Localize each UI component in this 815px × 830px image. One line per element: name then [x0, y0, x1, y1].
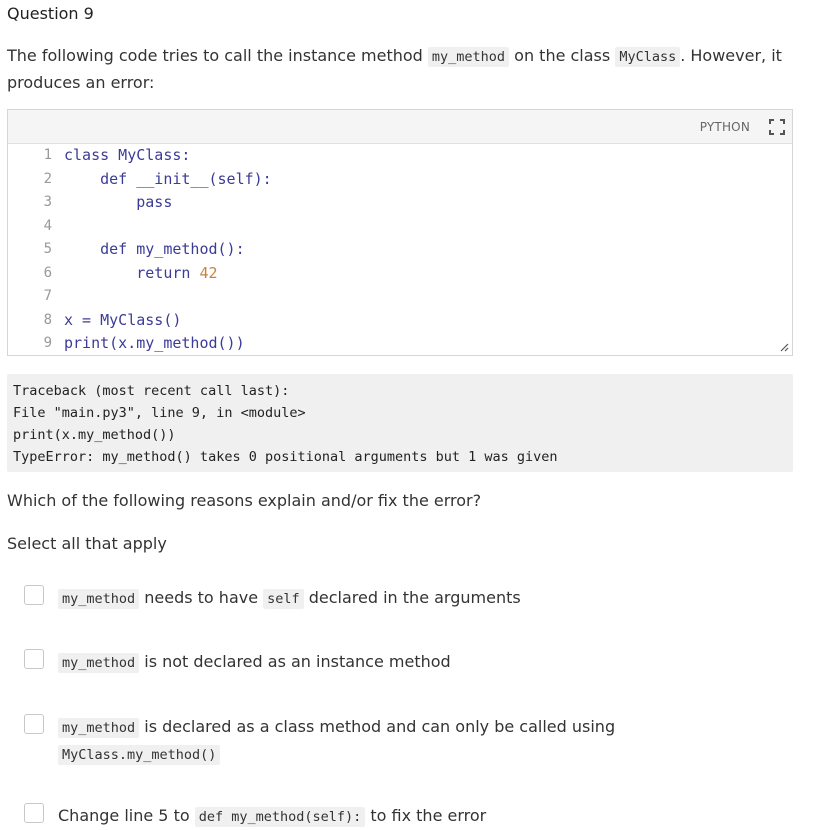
code-text: return 42	[64, 263, 218, 282]
checkbox[interactable]	[24, 803, 44, 823]
option-text: is declared as a class method and can on…	[139, 717, 616, 736]
option-code: self	[263, 589, 304, 609]
line-number: 3	[43, 194, 52, 210]
code-text: x = MyClass()	[64, 310, 182, 329]
prompt-code-class: MyClass	[615, 47, 681, 67]
option-code: my_method	[58, 718, 140, 738]
traceback-line: File "main.py3", line 9, in <module>	[13, 405, 306, 421]
traceback-line: print(x.my_method())	[13, 427, 176, 443]
checkbox[interactable]	[24, 714, 44, 734]
prompt-text: on the class	[509, 46, 616, 65]
line-number: 2	[43, 170, 52, 187]
code-text: def my_method():	[64, 240, 245, 258]
code-text: print(x.my_method())	[64, 334, 245, 352]
answer-option-3[interactable]: my_method is declared as a class method …	[24, 714, 784, 766]
line-number: 4	[43, 217, 52, 234]
option-code: def my_method(self):	[194, 807, 366, 827]
answer-option-1[interactable]: my_method needs to have self declared in…	[24, 585, 784, 615]
language-label: PYTHON	[699, 120, 750, 134]
question-prompt: The following code tries to call the ins…	[7, 43, 797, 95]
traceback-line: Traceback (most recent call last):	[13, 383, 290, 399]
option-text: needs to have	[139, 588, 264, 607]
code-area[interactable]: 1 class MyClass: 2 def __init__(self): 3 …	[8, 144, 792, 355]
option-text: declared in the arguments	[303, 588, 521, 607]
option-label: my_method needs to have self declared in…	[58, 585, 658, 612]
option-label: my_method is declared as a class method …	[58, 714, 658, 768]
code-text: pass	[64, 193, 173, 211]
fullscreen-icon[interactable]	[768, 118, 786, 136]
answer-option-2[interactable]: my_method is not declared as an instance…	[24, 649, 784, 679]
checkbox[interactable]	[24, 649, 44, 669]
editor-header: PYTHON	[8, 110, 792, 144]
checkbox[interactable]	[24, 585, 44, 605]
question-text: Which of the following reasons explain a…	[7, 491, 482, 510]
line-number: 9	[43, 335, 52, 351]
instruction-text: Select all that apply	[7, 534, 167, 553]
line-number: 7	[43, 288, 52, 304]
option-text: to fix the error	[365, 806, 487, 825]
option-text: Change line 5 to	[58, 806, 195, 825]
line-number: 1	[43, 147, 52, 163]
option-label: my_method is not declared as an instance…	[58, 649, 658, 676]
line-number: 5	[43, 241, 52, 257]
question-title: Question 9	[7, 4, 94, 23]
code-number: 42	[199, 263, 218, 282]
code-text: def __init__(self):	[64, 169, 272, 188]
option-label: Change line 5 to def my_method(self): to…	[58, 803, 658, 830]
line-number: 6	[43, 264, 52, 281]
prompt-code-method: my_method	[427, 47, 510, 67]
option-code: my_method	[58, 589, 140, 609]
code-editor[interactable]: PYTHON 1 class MyClass: 2 def __init__(se…	[7, 109, 793, 356]
answer-option-4[interactable]: Change line 5 to def my_method(self): to…	[24, 803, 784, 830]
resize-handle-icon[interactable]	[780, 343, 789, 352]
code-text: class MyClass:	[64, 146, 191, 164]
option-text: is not declared as an instance method	[139, 652, 451, 671]
line-number: 8	[43, 311, 52, 328]
option-code: MyClass.my_method()	[58, 745, 221, 765]
prompt-text: The following code tries to call the ins…	[7, 46, 428, 65]
traceback-output: Traceback (most recent call last): File …	[7, 374, 793, 472]
option-code: my_method	[58, 653, 140, 673]
traceback-line: TypeError: my_method() takes 0 positiona…	[13, 449, 558, 465]
